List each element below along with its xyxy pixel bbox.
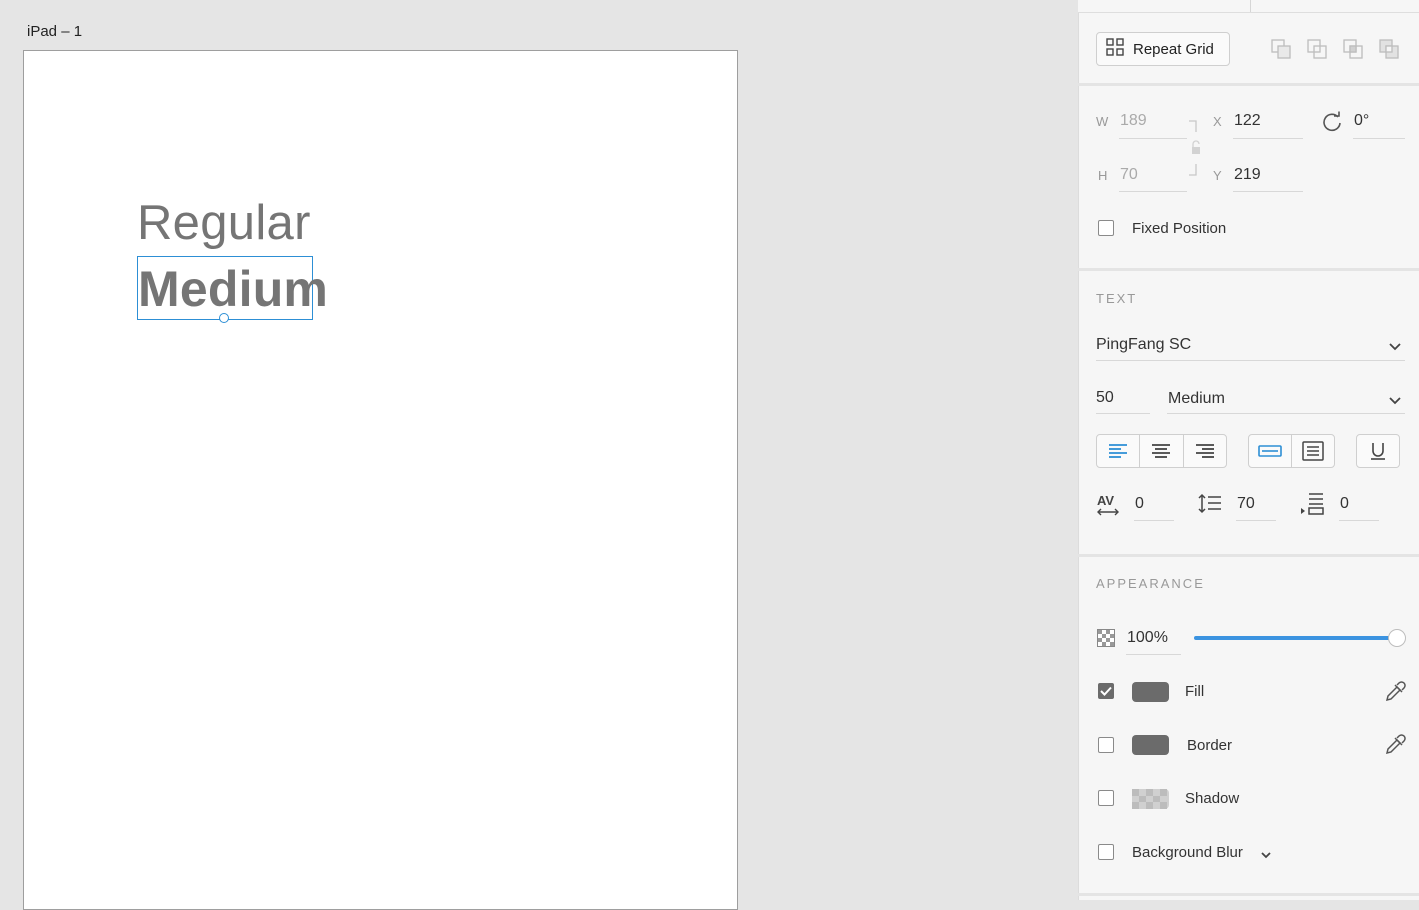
- line-spacing-field[interactable]: 70: [1237, 495, 1255, 513]
- align-right-icon[interactable]: [1182, 435, 1226, 467]
- svg-text:AV: AV: [1097, 493, 1114, 508]
- artboard-label[interactable]: iPad – 1: [27, 23, 82, 40]
- chevron-down-icon[interactable]: [1388, 393, 1402, 411]
- line-spacing-underline: [1236, 520, 1276, 521]
- panel-top-strip: [1078, 0, 1419, 13]
- x-field[interactable]: 122: [1234, 112, 1261, 130]
- opacity-underline: [1126, 654, 1181, 655]
- shadow-swatch[interactable]: [1132, 789, 1169, 814]
- paragraph-spacing-underline: [1339, 520, 1379, 521]
- width-underline: [1119, 138, 1187, 139]
- y-underline: [1233, 191, 1303, 192]
- align-center-icon[interactable]: [1139, 435, 1182, 467]
- height-field[interactable]: 70: [1120, 166, 1138, 184]
- width-label: W: [1096, 114, 1109, 129]
- opacity-slider-knob[interactable]: [1388, 629, 1406, 647]
- boolean-subtract-icon[interactable]: [1306, 38, 1328, 65]
- border-checkbox[interactable]: [1098, 737, 1114, 753]
- font-weight-underline: [1167, 413, 1405, 414]
- font-size-field[interactable]: 50: [1096, 389, 1114, 407]
- height-underline: [1119, 191, 1187, 192]
- chevron-down-icon[interactable]: [1388, 339, 1402, 357]
- repeat-grid-button[interactable]: Repeat Grid: [1096, 32, 1230, 66]
- text-section-title: TEXT: [1096, 291, 1138, 306]
- underline-toggle: [1356, 434, 1400, 468]
- font-weight-dropdown[interactable]: Medium: [1168, 390, 1225, 408]
- opacity-field[interactable]: 100%: [1127, 629, 1168, 647]
- line-spacing-icon: [1197, 493, 1223, 520]
- height-label: H: [1098, 168, 1108, 183]
- repeat-grid-icon: [1106, 38, 1124, 60]
- section-divider: [1078, 83, 1419, 86]
- fill-checkbox[interactable]: [1098, 683, 1114, 699]
- opacity-slider-track[interactable]: [1194, 636, 1397, 640]
- text-box-mode-group: [1248, 434, 1335, 468]
- font-family-underline: [1096, 360, 1405, 361]
- width-field[interactable]: 189: [1120, 112, 1147, 130]
- panel-top-divider: [1250, 0, 1251, 12]
- section-divider: [1078, 268, 1419, 271]
- repeat-grid-label: Repeat Grid: [1133, 40, 1214, 58]
- background-blur-checkbox[interactable]: [1098, 844, 1114, 860]
- align-left-icon[interactable]: [1097, 435, 1139, 467]
- section-divider: [1078, 554, 1419, 557]
- text-layer-regular[interactable]: Regular: [137, 192, 311, 254]
- artboard[interactable]: [23, 50, 738, 910]
- eyedropper-icon[interactable]: [1384, 681, 1406, 708]
- fill-label: Fill: [1185, 683, 1205, 700]
- character-spacing-field[interactable]: 0: [1135, 495, 1144, 513]
- y-field[interactable]: 219: [1234, 166, 1261, 184]
- rotation-underline: [1353, 138, 1405, 139]
- paragraph-spacing-field[interactable]: 0: [1340, 495, 1349, 513]
- chevron-down-icon[interactable]: [1260, 847, 1272, 865]
- fixed-position-checkbox[interactable]: [1098, 220, 1114, 236]
- auto-width-icon[interactable]: [1249, 435, 1291, 467]
- lock-aspect-icon[interactable]: [1187, 120, 1201, 181]
- shadow-label: Shadow: [1185, 790, 1240, 807]
- font-size-underline: [1096, 413, 1150, 414]
- character-spacing-underline: [1134, 520, 1174, 521]
- background-blur-label: Background Blur: [1132, 844, 1243, 861]
- character-spacing-icon: AV: [1096, 493, 1122, 522]
- boolean-intersect-icon[interactable]: [1342, 38, 1364, 65]
- underline-icon[interactable]: [1357, 435, 1399, 467]
- text-layer-medium[interactable]: Medium: [138, 258, 328, 320]
- font-family-dropdown[interactable]: PingFang SC: [1096, 336, 1191, 354]
- x-underline: [1233, 138, 1303, 139]
- boolean-add-icon[interactable]: [1270, 38, 1292, 65]
- rotate-icon: [1321, 111, 1343, 138]
- border-label: Border: [1187, 737, 1233, 754]
- eyedropper-icon[interactable]: [1384, 734, 1406, 761]
- y-label: Y: [1213, 168, 1222, 183]
- checkmark-icon: [1100, 686, 1112, 696]
- paragraph-spacing-icon: [1299, 491, 1327, 522]
- fill-color-swatch[interactable]: [1132, 682, 1169, 702]
- resize-handle[interactable]: [219, 313, 229, 323]
- section-divider: [1078, 893, 1419, 896]
- appearance-section-title: APPEARANCE: [1096, 576, 1205, 591]
- boolean-exclude-icon[interactable]: [1378, 38, 1400, 65]
- shadow-checkbox[interactable]: [1098, 790, 1114, 806]
- fixed-size-icon[interactable]: [1291, 435, 1334, 467]
- border-color-swatch[interactable]: [1132, 735, 1169, 755]
- text-align-group: [1096, 434, 1227, 468]
- rotation-field[interactable]: 0°: [1354, 112, 1369, 130]
- opacity-icon: [1097, 629, 1115, 652]
- x-label: X: [1213, 114, 1222, 129]
- fixed-position-label: Fixed Position: [1132, 220, 1227, 237]
